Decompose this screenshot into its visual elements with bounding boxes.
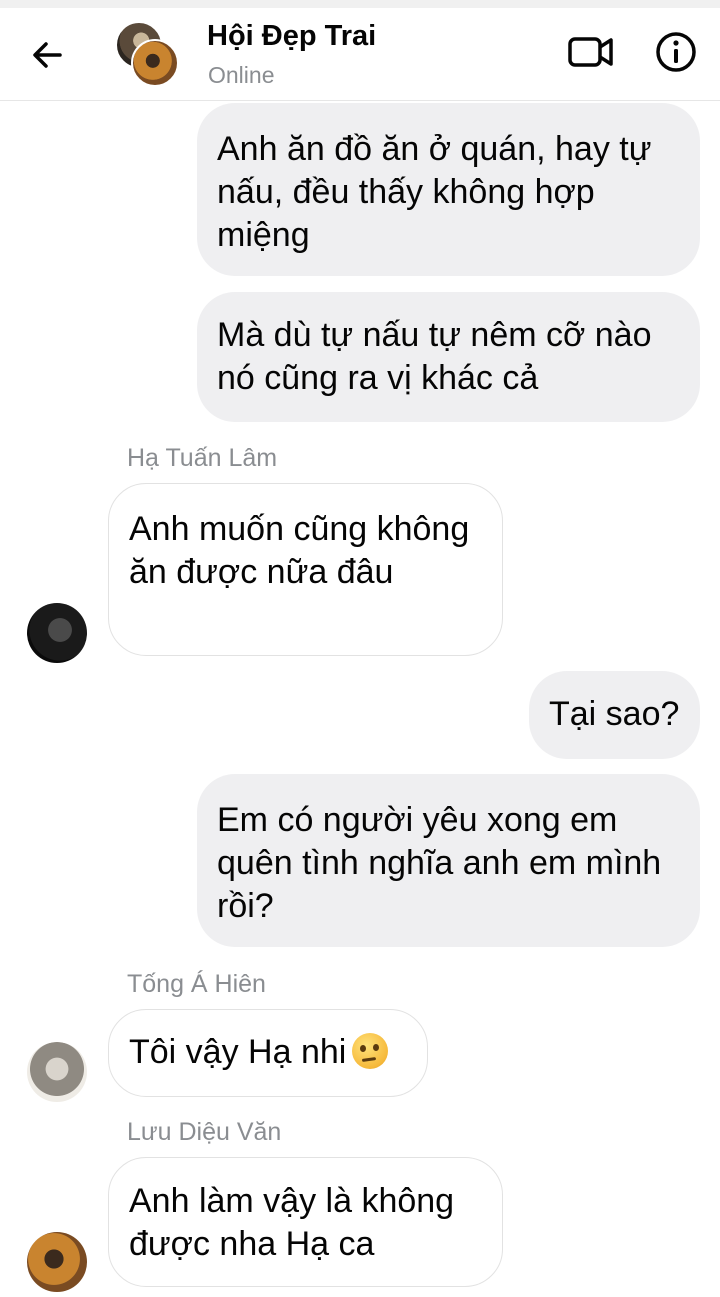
message-bubble-outgoing[interactable]: Anh ăn đồ ăn ở quán, hay tự nấu, đều thấ… bbox=[197, 103, 700, 276]
sender-name: Hạ Tuấn Lâm bbox=[127, 444, 278, 472]
chat-header: Hội Đẹp Trai Online bbox=[0, 0, 720, 101]
info-button[interactable] bbox=[652, 28, 700, 76]
message-bubble-outgoing[interactable]: Mà dù tự nấu tự nêm cỡ nào nó cũng ra vị… bbox=[197, 292, 700, 422]
sender-avatar[interactable] bbox=[27, 1232, 87, 1292]
message-text: Tôi vậy Hạ nhi bbox=[129, 1033, 347, 1071]
sender-name: Lưu Diệu Văn bbox=[127, 1118, 282, 1146]
status-bar-strip bbox=[0, 0, 720, 8]
arrow-left-icon bbox=[33, 42, 62, 68]
video-call-button[interactable] bbox=[565, 30, 617, 74]
face-with-raised-eyebrow-icon bbox=[352, 1033, 389, 1069]
info-icon bbox=[656, 32, 696, 72]
message-bubble-outgoing[interactable]: Tại sao? bbox=[529, 671, 700, 759]
message-bubble-outgoing[interactable]: Em có người yêu xong em quên tình nghĩa … bbox=[197, 774, 700, 947]
message-bubble-incoming[interactable]: Anh làm vậy là không được nha Hạ ca bbox=[108, 1157, 503, 1287]
video-camera-icon bbox=[568, 37, 613, 67]
sender-avatar[interactable] bbox=[27, 1042, 87, 1102]
message-bubble-incoming[interactable]: Anh muốn cũng không ăn được nữa đâu bbox=[108, 483, 503, 656]
message-bubble-incoming[interactable]: Tôi vậy Hạ nhi bbox=[108, 1009, 428, 1097]
chat-status: Online bbox=[208, 62, 275, 88]
sender-avatar[interactable] bbox=[27, 603, 87, 663]
group-avatar[interactable] bbox=[113, 21, 179, 87]
sender-name: Tống Á Hiên bbox=[127, 970, 266, 998]
member-avatar bbox=[131, 39, 179, 87]
back-button[interactable] bbox=[22, 30, 72, 80]
chat-title[interactable]: Hội Đẹp Trai bbox=[207, 20, 376, 53]
